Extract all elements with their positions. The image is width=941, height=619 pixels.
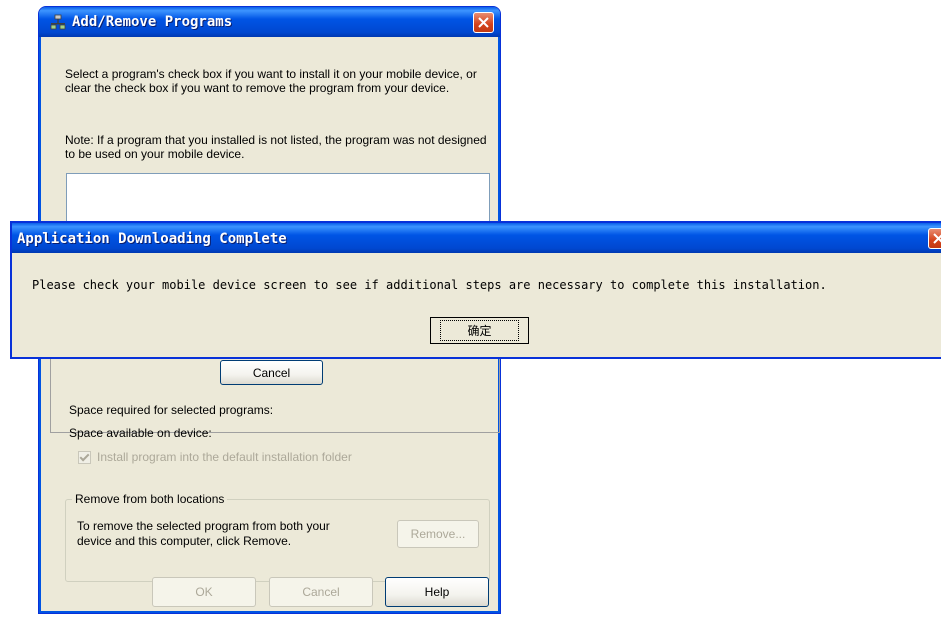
remove-group: Remove from both locations To remove the…: [65, 492, 490, 582]
dialog-title-bar[interactable]: Application Downloading Complete: [12, 223, 941, 253]
dialog-close-button[interactable]: [928, 228, 941, 249]
close-icon: [478, 17, 489, 28]
install-default-folder-checkbox: [78, 450, 91, 464]
help-button[interactable]: Help: [385, 577, 489, 607]
remove-button-label: Remove...: [410, 527, 466, 541]
inner-cancel-label: Cancel: [252, 365, 291, 380]
help-button-label: Help: [424, 585, 450, 599]
install-default-folder-row: Install program into the default install…: [78, 450, 352, 464]
dialog-title: Application Downloading Complete: [17, 231, 287, 247]
dialog-message: Please check your mobile device screen t…: [32, 278, 827, 292]
remove-group-legend: Remove from both locations: [72, 492, 228, 506]
ok-button[interactable]: OK: [152, 577, 256, 607]
install-default-folder-label: Install program into the default install…: [97, 450, 352, 464]
remove-button[interactable]: Remove...: [397, 520, 479, 548]
space-required-label: Space required for selected programs:: [69, 403, 274, 417]
dialog-ok-label: 确定: [440, 320, 519, 341]
close-button[interactable]: [473, 12, 494, 33]
download-complete-dialog: Application Downloading Complete Please …: [10, 221, 941, 359]
space-available-label: Space available on device:: [69, 426, 212, 440]
inner-cancel-button[interactable]: Cancel: [220, 360, 323, 385]
programs-icon: [50, 14, 66, 30]
instructions-text: Select a program's check box if you want…: [65, 67, 477, 95]
ok-button-label: OK: [195, 585, 213, 599]
cancel-button-label: Cancel: [302, 585, 340, 599]
window-title-bar[interactable]: Add/Remove Programs: [39, 7, 500, 37]
note-text: Note: If a program that you installed is…: [65, 133, 487, 161]
remove-group-text: To remove the selected program from both…: [77, 519, 330, 548]
window-title: Add/Remove Programs: [72, 14, 233, 30]
cancel-button[interactable]: Cancel: [269, 577, 373, 607]
dialog-ok-button[interactable]: 确定: [430, 317, 529, 344]
close-icon: [933, 233, 941, 244]
